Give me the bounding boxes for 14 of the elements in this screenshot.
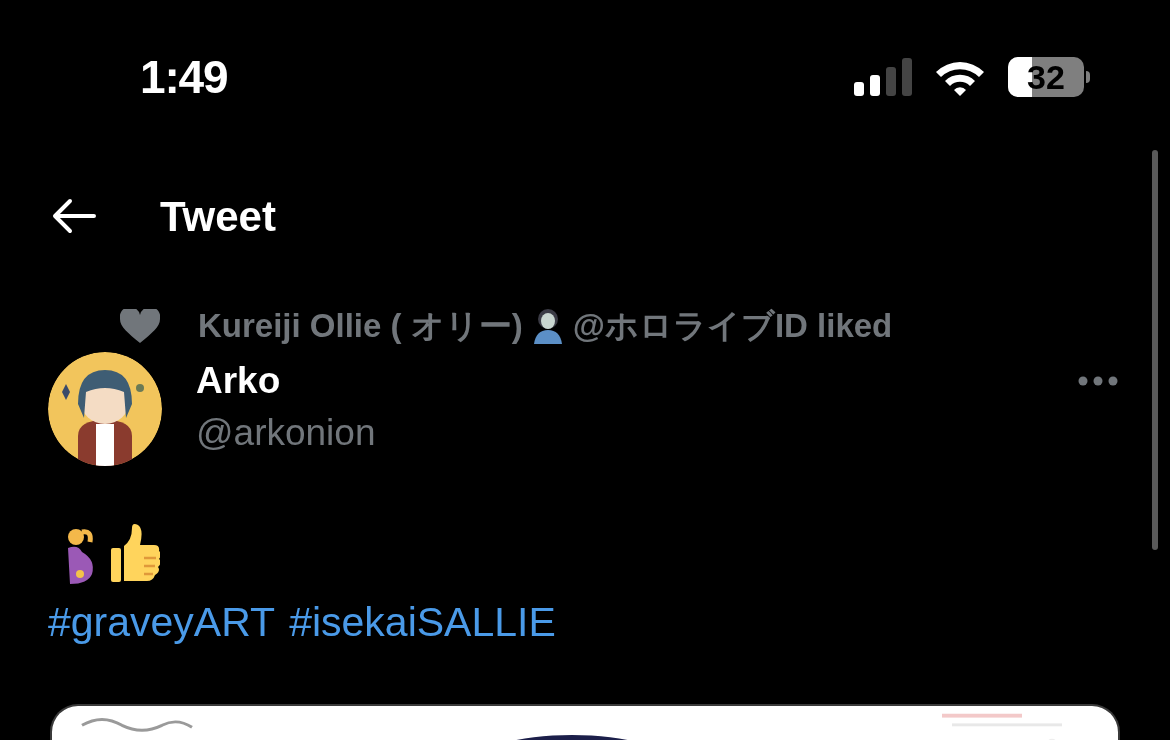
author-name[interactable]: Arko: [196, 358, 1044, 405]
liked-text: @ホロライブID liked: [572, 306, 893, 347]
page-title: Tweet: [160, 191, 276, 242]
thumbs-up-icon: [110, 524, 160, 584]
heart-icon: [120, 309, 160, 343]
more-options-icon[interactable]: [1078, 376, 1118, 386]
hashtag-link[interactable]: #graveyART: [48, 592, 276, 654]
liker-name[interactable]: Kureiji Ollie ( オリー): [198, 301, 523, 351]
back-arrow-icon[interactable]: [52, 198, 96, 234]
signal-icon: [854, 58, 912, 96]
hashtag-link[interactable]: #isekaiSALLIE: [289, 592, 556, 654]
status-time: 1:49: [140, 49, 228, 105]
author-handle[interactable]: @arkonion: [196, 410, 1044, 457]
scrollbar[interactable]: [1152, 150, 1158, 550]
